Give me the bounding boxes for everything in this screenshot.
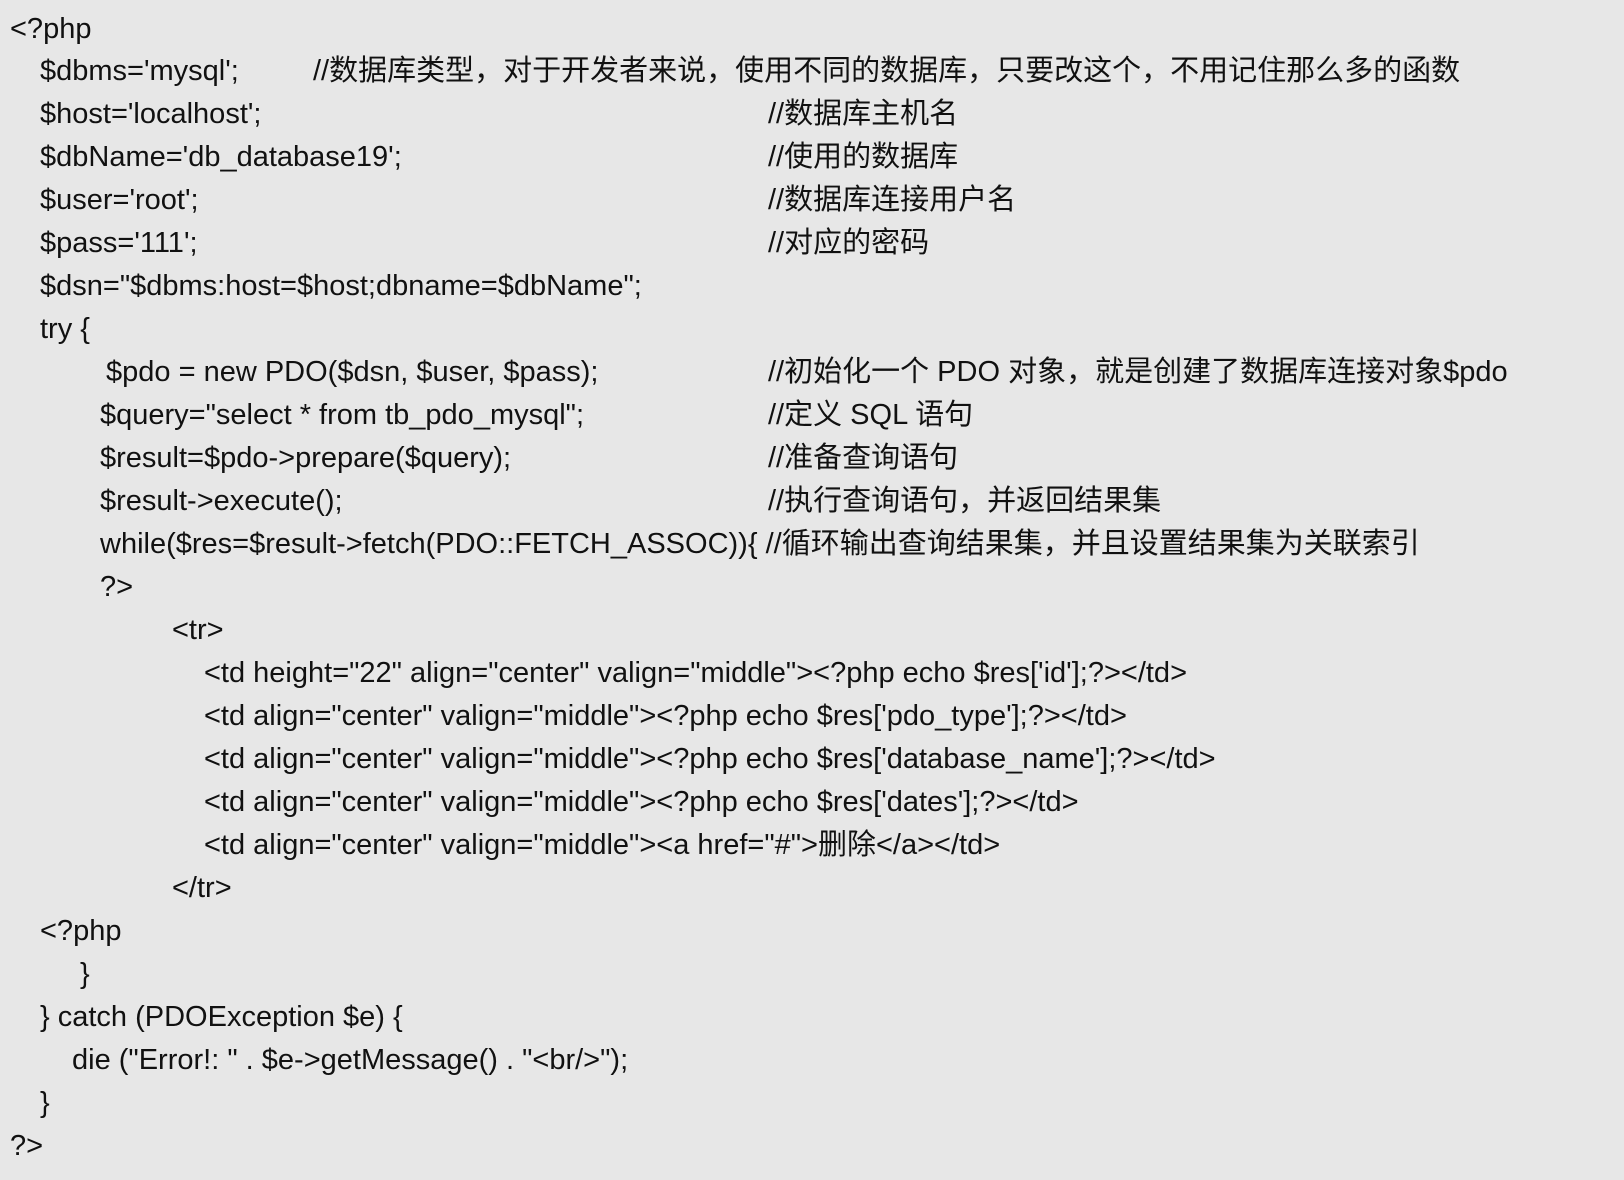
code-line: ?>: [100, 571, 134, 603]
code-line: $user='root';: [40, 184, 199, 216]
code-line: <td align="center" valign="middle"><?php…: [204, 786, 1079, 818]
code-comment: //对应的密码: [768, 227, 930, 259]
code-line: <?php: [10, 13, 92, 45]
code-line: $dsn="$dbms:host=$host;dbname=$dbName";: [40, 270, 642, 302]
code-comment: //数据库类型，对于开发者来说，使用不同的数据库，只要改这个，不用记住那么多的函…: [313, 55, 1461, 87]
code-comment: //准备查询语句: [768, 442, 959, 474]
code-line: try {: [40, 313, 90, 345]
code-line: $result->execute();: [100, 485, 343, 517]
code-line: die ("Error!: " . $e->getMessage() . "<b…: [72, 1044, 629, 1076]
code-line: $dbName='db_database19';: [40, 141, 402, 173]
code-line: $query="select * from tb_pdo_mysql";: [100, 399, 585, 431]
code-line: <tr>: [172, 614, 224, 646]
code-line: <td height="22" align="center" valign="m…: [204, 657, 1187, 689]
code-line: <?php: [40, 915, 122, 947]
code-line: $host='localhost';: [40, 98, 262, 130]
code-line: <td align="center" valign="middle"><?php…: [204, 700, 1127, 732]
code-line: $dbms='mysql';: [40, 55, 239, 87]
code-line: while($res=$result->fetch(PDO::FETCH_ASS…: [100, 528, 1420, 560]
code-comment: //使用的数据库: [768, 141, 959, 173]
code-line: $pass='111';: [40, 227, 198, 259]
code-comment: //执行查询语句，并返回结果集: [768, 485, 1162, 517]
code-comment: //定义 SQL 语句: [768, 399, 974, 431]
code-comment: //数据库主机名: [768, 98, 959, 130]
code-comment: //数据库连接用户名: [768, 184, 1017, 216]
code-line: }: [40, 1087, 50, 1119]
code-line: ?>: [10, 1130, 44, 1162]
code-listing: <?php $dbms='mysql'; //数据库类型，对于开发者来说，使用不…: [0, 0, 1624, 1180]
code-line: $pdo = new PDO($dsn, $user, $pass);: [106, 356, 599, 388]
code-line: <td align="center" valign="middle"><a hr…: [204, 829, 1001, 861]
code-line: }: [80, 958, 90, 990]
code-line: </tr>: [172, 872, 232, 904]
code-line: <td align="center" valign="middle"><?php…: [204, 743, 1216, 775]
code-line: } catch (PDOException $e) {: [40, 1001, 403, 1033]
code-comment: //初始化一个 PDO 对象，就是创建了数据库连接对象$pdo: [768, 356, 1508, 388]
code-line: $result=$pdo->prepare($query);: [100, 442, 512, 474]
